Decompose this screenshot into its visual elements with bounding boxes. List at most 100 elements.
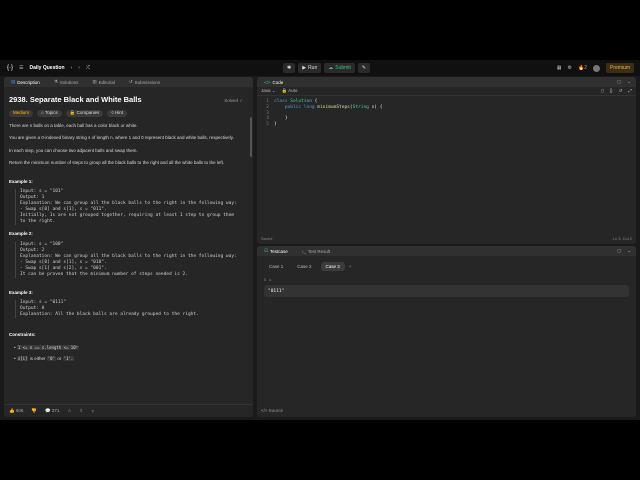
lock-icon: 🔒 [281,88,288,93]
avatar[interactable] [592,64,600,72]
bookmark-icon[interactable]: ▯ [601,88,603,94]
tab-testcase[interactable]: ☑ Testcase [257,248,295,254]
book-icon: ▥ [92,79,97,84]
run-button[interactable]: ▶ Run [298,63,322,73]
problem-list-link[interactable]: Daily Question [30,65,65,71]
history-icon: ↺ [128,79,133,84]
favorite-button[interactable]: ☆ [67,408,71,414]
leetcode-window: {·} ☰ Daily Question ‹ › ⤮ ✱ ▶ Run ☁ Submi… [0,60,640,420]
test-tabs: ☑ Testcase ›_ Test Result ▢ ⌄ [257,246,636,256]
like-button[interactable]: 👍 606 [9,408,23,414]
code-icon: </> [261,408,268,413]
note-icon: ✎ [361,65,367,71]
submit-button[interactable]: ☁ Submit [324,63,355,73]
terminal-icon: ›_ [301,248,306,254]
add-case-icon[interactable]: + [349,264,352,269]
left-tabs: ▤ Description ⚗ Solutions ▥ Editorial ↺ Subm… [4,77,253,87]
flask-icon: ⚗ [53,79,58,84]
notes-button[interactable]: ✎ [357,63,371,73]
layout-icon[interactable]: ▦ [557,65,562,71]
bulb-icon: ◊ [111,109,114,115]
example-1-body: Input: s = "101" Output: 1 Explanation: … [15,189,248,225]
thumbs-up-icon: 👍 [9,408,15,413]
code-tabs: </> Code ▢ ⌄ [257,77,636,87]
code-icon: </> [264,79,271,85]
description-p2: You are given a 0-indexed binary string … [9,135,234,140]
description-scrollbar[interactable] [250,117,252,157]
streak-count: 2 [584,65,587,71]
maximize-icon[interactable]: ▢ [617,248,621,254]
streak-icon[interactable]: 🔥2 [578,65,587,71]
question-icon: ? [91,408,94,414]
tab-submissions[interactable]: ↺ Submissions [122,79,167,85]
save-status: Saved [261,236,273,241]
input-var-label: s = [264,277,272,282]
description-p3: In each step, you can choose two adjacen… [9,147,138,153]
logo-icon[interactable]: {·} [7,65,13,71]
code-editor[interactable]: 1 class Solution { 2 public long minimumS… [257,96,636,128]
constraint-1: • 1 <= n == s.length <= 10⁵ [14,344,80,350]
menu-icon[interactable]: ☰ [19,65,23,71]
language-select[interactable]: Java ⌄ [261,88,276,94]
description-footer: 👍 606 👎 💬 371 ☆ ⇪ ? [4,404,253,417]
help-button[interactable]: ? [91,409,94,414]
next-problem-icon[interactable]: › [78,65,80,71]
autocomplete-toggle[interactable]: 🔒 Auto [282,88,298,94]
bug-icon: ✱ [287,65,292,71]
top-bar: {·} ☰ Daily Question ‹ › ⤮ ✱ ▶ Run ☁ Submi… [0,60,640,76]
settings-icon[interactable]: ⚙ [567,65,571,71]
play-icon: ▶ [302,65,307,71]
constraint-2: • s[i] is either '0' or '1'. [14,356,75,361]
maximize-icon[interactable]: ▢ [617,79,621,85]
checkbox-icon: ☑ [264,248,269,253]
fullscreen-icon[interactable]: ⤢ [628,88,632,94]
example-2-body: Input: s = "100" Output: 2 Explanation: … [15,241,248,278]
testcase-panel: ☑ Testcase ›_ Test Result ▢ ⌄ Case 1 Case … [257,246,636,417]
tab-test-result[interactable]: ›_ Test Result [295,249,337,254]
dislike-button[interactable]: 👎 [31,408,37,414]
doc-icon: ▤ [11,79,16,84]
cursor-position: Ln 3, Col 2 [612,236,632,241]
debug-button[interactable]: ✱ [283,63,296,73]
case-tabs: Case 1 Case 2 Case 3 + [257,256,636,271]
tab-description[interactable]: ▤ Description [4,79,47,85]
source-link[interactable]: </> Source [261,408,283,413]
example-3-title: Example 3: [9,289,33,295]
problem-title: 2938. Separate Black and White Balls [9,95,142,104]
code-line: 5} [266,122,277,128]
upload-icon: ☁ [328,65,334,71]
shuffle-icon[interactable]: ⤮ [86,65,90,71]
constraints-title: Constraints: [9,332,36,337]
difficulty-badge[interactable]: Medium [9,109,34,117]
comments-button[interactable]: 💬 371 [45,408,59,414]
braces-icon[interactable]: {} [610,88,613,94]
hint-tag[interactable]: ◊ Hint [107,109,127,117]
collapse-icon[interactable]: ⌄ [627,79,631,85]
star-icon: ☆ [67,408,72,413]
tab-code[interactable]: </> Code [257,80,290,85]
testcase-input[interactable]: "0111" [264,285,629,297]
case-tab-3[interactable]: Case 3 [320,262,345,271]
companies-tag[interactable]: 🔒 Companies [65,109,104,117]
code-panel: </> Code ▢ ⌄ Java ⌄ 🔒 Auto ▯ {} ↺ ⤢ 1 clas… [257,77,636,244]
case-tab-1[interactable]: Case 1 [264,262,288,271]
thumbs-down-icon: 👎 [31,408,37,413]
tag-icon: ⌂ [41,109,44,115]
solved-status: Solved ✓ [224,98,243,103]
tab-solutions[interactable]: ⚗ Solutions [47,79,86,85]
description-p1: There are n balls on a table, each ball … [9,122,138,128]
description-panel: ▤ Description ⚗ Solutions ▥ Editorial ↺ Subm… [4,77,253,417]
comment-icon: 💬 [45,408,51,413]
premium-button[interactable]: Premium [605,63,634,73]
example-2-title: Example 2: [9,231,33,236]
prev-problem-icon[interactable]: ‹ [71,65,73,71]
topics-tag[interactable]: ⌂ Topics [37,109,62,117]
tag-row: Medium ⌂ Topics 🔒 Companies ◊ Hint [9,109,248,117]
reset-icon[interactable]: ↺ [619,88,623,94]
share-icon: ⇪ [79,408,84,413]
collapse-icon[interactable]: ⌄ [627,248,631,254]
case-tab-2[interactable]: Case 2 [292,262,316,271]
description-content: 2938. Separate Black and White Balls Med… [4,87,253,367]
tab-editorial[interactable]: ▥ Editorial [85,79,122,85]
share-button[interactable]: ⇪ [79,408,83,414]
